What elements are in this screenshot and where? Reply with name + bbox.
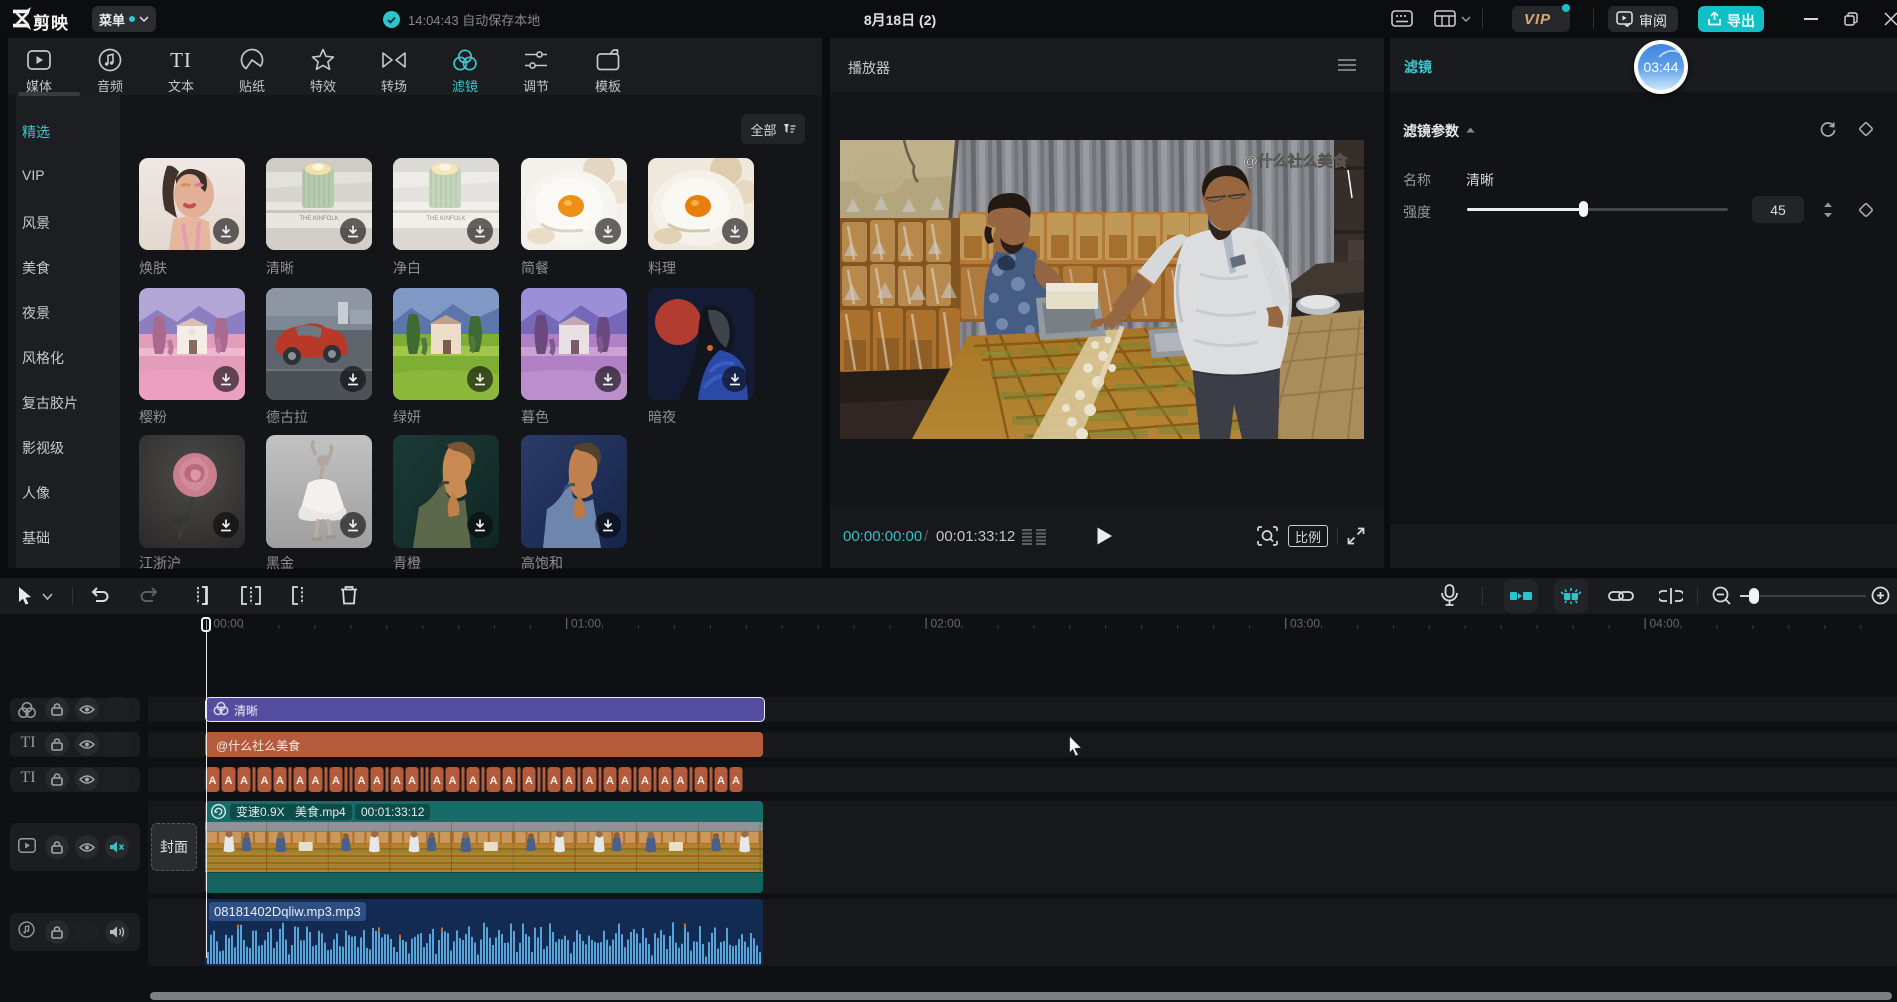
svg-text:A: A [296, 775, 304, 787]
svg-text:00:00: 00:00 [214, 617, 244, 631]
svg-text:A: A [565, 775, 573, 787]
svg-text:A: A [490, 775, 498, 787]
svg-text:A: A [661, 775, 669, 787]
svg-text:A: A [732, 775, 740, 787]
svg-text:A: A [393, 775, 401, 787]
svg-text:A: A [641, 775, 649, 787]
svg-text:A: A [677, 775, 685, 787]
svg-text:A: A [240, 775, 248, 787]
svg-text:A: A [261, 775, 269, 787]
svg-text:A: A [469, 775, 477, 787]
svg-text:A: A [717, 775, 725, 787]
svg-text:A: A [697, 775, 705, 787]
svg-text:A: A [449, 775, 457, 787]
svg-text:02:00: 02:00 [931, 617, 961, 631]
svg-text:01:00: 01:00 [571, 617, 601, 631]
svg-text:A: A [373, 775, 381, 787]
svg-text:A: A [312, 775, 320, 787]
svg-text:A: A [209, 775, 217, 787]
svg-text:A: A [408, 775, 416, 787]
svg-text:A: A [332, 775, 340, 787]
svg-text:THE KINFOLK: THE KINFOLK [426, 216, 465, 222]
svg-text:A: A [550, 775, 558, 787]
svg-text:A: A [225, 775, 233, 787]
svg-text:A: A [621, 775, 629, 787]
svg-text:A: A [586, 775, 594, 787]
svg-text:A: A [505, 775, 513, 787]
svg-text:A: A [606, 775, 614, 787]
svg-text:A: A [433, 775, 441, 787]
svg-text:04:00: 04:00 [1650, 617, 1680, 631]
svg-text:A: A [276, 775, 284, 787]
svg-text:03:00: 03:00 [1290, 617, 1320, 631]
svg-text:A: A [358, 775, 366, 787]
svg-text:A: A [525, 775, 533, 787]
svg-text:THE KINFOLK: THE KINFOLK [299, 216, 338, 222]
svg-text:@什么社么美食: @什么社么美食 [1243, 152, 1349, 170]
